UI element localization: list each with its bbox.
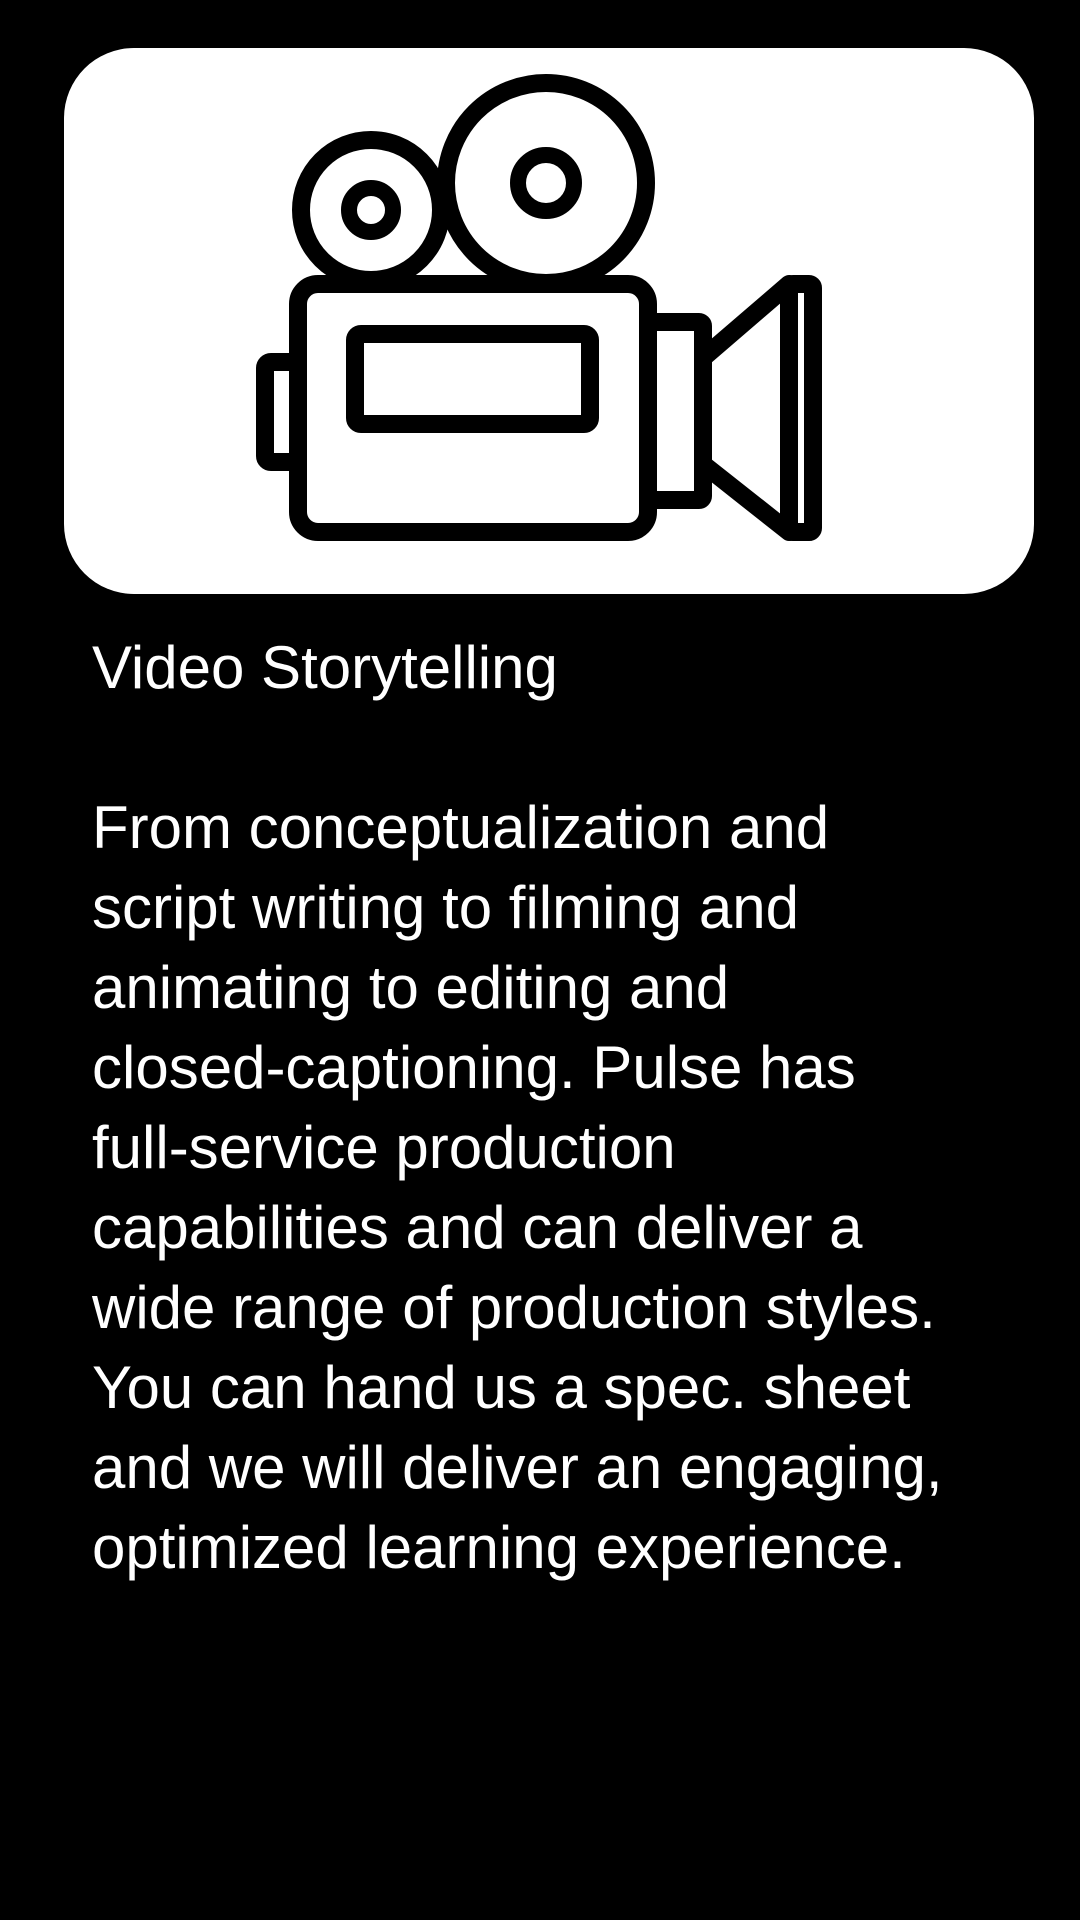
description-line: closed-captioning. Pulse has (92, 1034, 856, 1101)
description-line: and we will deliver an engaging, (92, 1434, 943, 1501)
description-line: capabilities and can deliver a (92, 1194, 863, 1261)
description-line: script writing to filming and (92, 874, 799, 941)
description-line: optimized learning experience. (92, 1514, 906, 1581)
video-camera-icon (256, 74, 822, 541)
service-card (64, 48, 1034, 594)
description-line: animating to editing and (92, 954, 730, 1021)
description-line: wide range of production styles. (92, 1274, 936, 1341)
description-line: full-service production (92, 1114, 676, 1181)
service-title: Video Storytelling (92, 634, 558, 701)
service-description: From conceptualization and script writin… (92, 788, 1012, 1588)
description-line: From conceptualization and (92, 794, 830, 861)
description-line: You can hand us a spec. sheet (92, 1354, 911, 1421)
